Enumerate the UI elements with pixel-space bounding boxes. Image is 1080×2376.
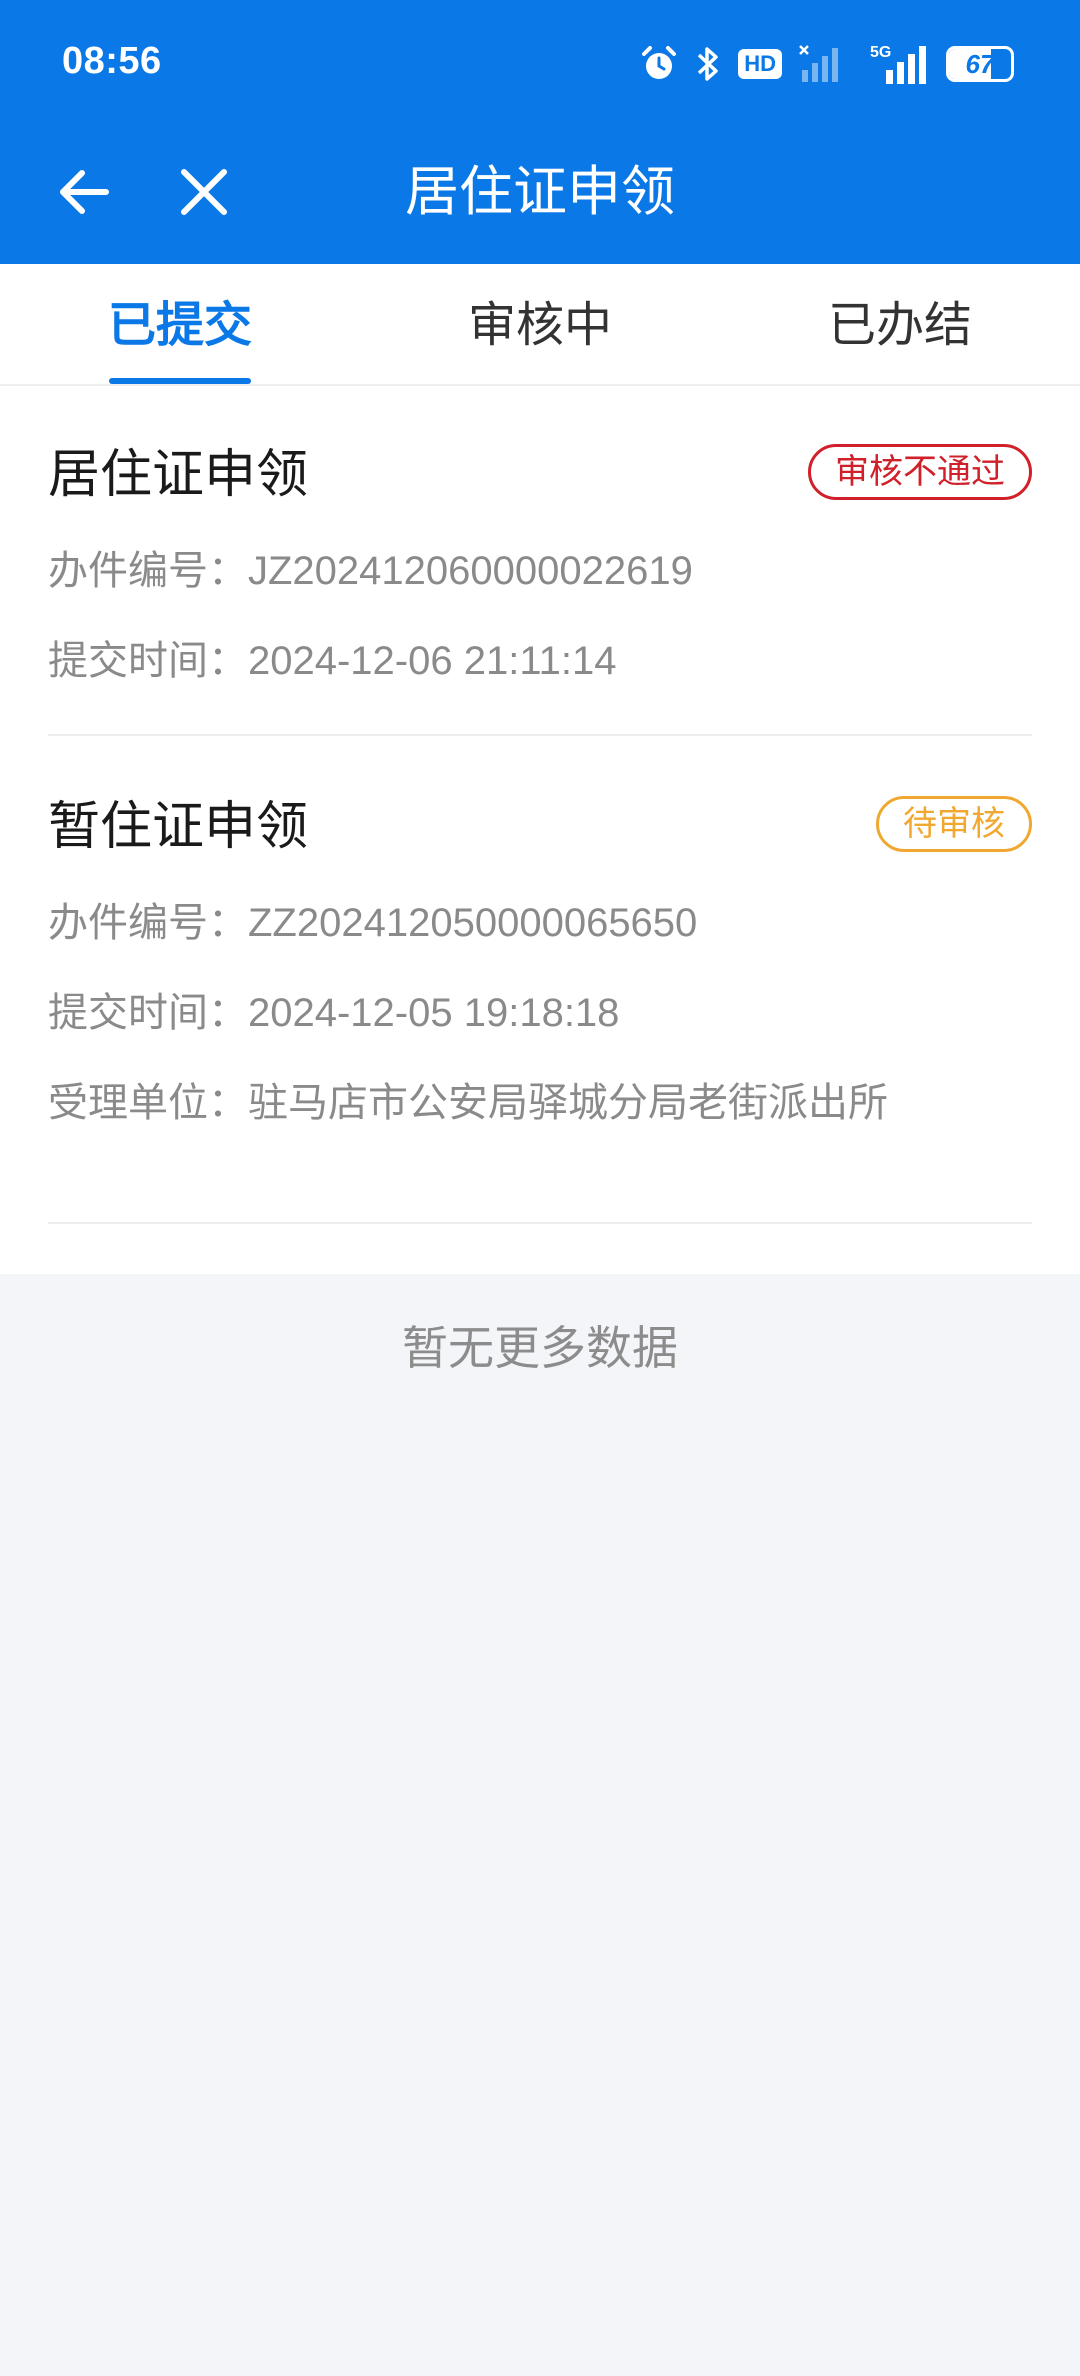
handling-unit-value: 驻马店市公安局驿城分局老街派出所 <box>248 1081 888 1125</box>
record-card[interactable]: 居住证申领 审核不通过 办件编号：JZ202412060000022619 提交… <box>48 386 1032 736</box>
battery-icon: 67 <box>946 46 1014 82</box>
status-time: 08:56 <box>62 40 162 82</box>
submit-time-label: 提交时间： <box>48 990 248 1036</box>
svg-text:5G: 5G <box>870 44 891 61</box>
handling-unit-label: 受理单位： <box>48 1080 248 1126</box>
status-badge: 审核不通过 <box>808 444 1032 500</box>
submit-time-row: 提交时间：2024-12-06 21:11:14 <box>48 628 616 686</box>
status-icons: HD 5G 67 <box>640 40 1014 88</box>
hd-voice-icon: HD <box>738 49 782 79</box>
submit-time-value: 2024-12-05 19:18:18 <box>248 991 620 1035</box>
battery-level: 67 <box>965 49 995 79</box>
record-number-row: 办件编号：ZZ202412050000065650 <box>48 890 697 948</box>
record-number-row: 办件编号：JZ202412060000022619 <box>48 538 693 596</box>
record-number-value: ZZ202412050000065650 <box>248 901 698 945</box>
submit-time-label: 提交时间： <box>48 638 248 684</box>
no-more-data-text: 暂无更多数据 <box>402 1321 678 1375</box>
signal-5g-icon: 5G <box>864 42 930 86</box>
tab-reviewing[interactable]: 审核中 <box>360 264 720 384</box>
record-number-value: JZ202412060000022619 <box>248 549 693 593</box>
signal-sim1-icon <box>798 44 848 84</box>
record-list: 居住证申领 审核不通过 办件编号：JZ202412060000022619 提交… <box>0 386 1080 1274</box>
record-number-label: 办件编号： <box>48 548 248 594</box>
record-title: 暂住证申领 <box>48 797 309 857</box>
bluetooth-icon <box>694 44 722 84</box>
record-card[interactable]: 暂住证申领 待审核 办件编号：ZZ202412050000065650 提交时间… <box>48 736 1032 1224</box>
handling-unit-row: 受理单位：驻马店市公安局驿城分局老街派出所 <box>48 1070 888 1128</box>
top-bar: 08:56 HD 5G 67 居住证申领 <box>0 0 1080 264</box>
record-number-label: 办件编号： <box>48 900 248 946</box>
tab-completed[interactable]: 已办结 <box>720 264 1080 384</box>
status-badge: 待审核 <box>876 796 1032 852</box>
nav-bar: 居住证申领 <box>0 130 1080 264</box>
tab-submitted[interactable]: 已提交 <box>0 264 360 384</box>
record-title: 居住证申领 <box>48 445 309 505</box>
page-title: 居住证申领 <box>405 160 675 223</box>
status-bar: 08:56 HD 5G 67 <box>0 0 1080 130</box>
alarm-icon <box>640 45 678 83</box>
submit-time-value: 2024-12-06 21:11:14 <box>248 639 617 683</box>
submit-time-row: 提交时间：2024-12-05 19:18:18 <box>48 980 619 1038</box>
tab-bar: 已提交 审核中 已办结 <box>0 264 1080 386</box>
